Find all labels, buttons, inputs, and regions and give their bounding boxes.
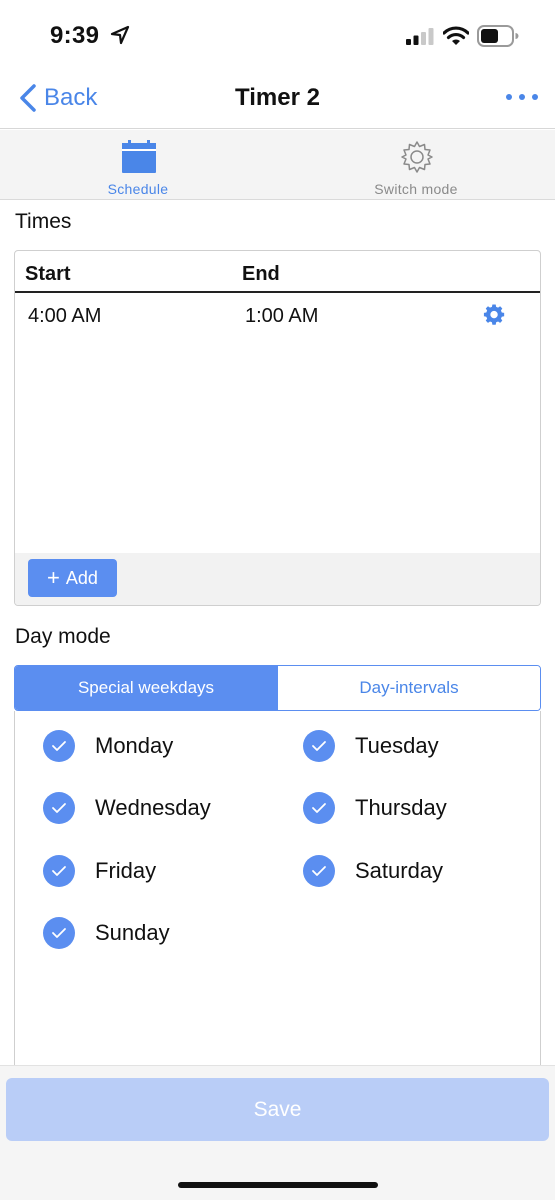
- more-dots-icon[interactable]: [506, 94, 538, 104]
- checkmark-icon: [303, 730, 335, 762]
- plus-icon: +: [47, 565, 60, 590]
- day-label: Wednesday: [95, 795, 211, 820]
- day-label: Sunday: [95, 920, 170, 945]
- tab-switch-mode-label: Switch mode: [374, 181, 458, 197]
- start-time-cell: 4:00 AM: [28, 305, 102, 327]
- segment-day-intervals[interactable]: Day-intervals: [277, 666, 540, 710]
- day-label: Tuesday: [355, 733, 439, 758]
- checkmark-icon: [43, 792, 75, 824]
- checkmark-icon: [303, 792, 335, 824]
- battery-icon: [477, 25, 519, 47]
- checkmark-icon: [43, 917, 75, 949]
- day-label: Saturday: [355, 858, 444, 883]
- save-button[interactable]: Save: [6, 1078, 549, 1141]
- nav-bar: Back Timer 2: [0, 72, 555, 129]
- checkmark-icon: [303, 855, 335, 887]
- add-time-button[interactable]: + Add: [28, 559, 117, 597]
- gear-icon[interactable]: [483, 304, 505, 326]
- days-panel: Monday Tuesday Wednesday Thursday Friday…: [14, 711, 541, 1071]
- day-label: Thursday: [355, 795, 447, 820]
- tab-bar: Schedule Switch mode: [0, 130, 555, 200]
- checkmark-icon: [43, 855, 75, 887]
- day-label: Monday: [95, 733, 174, 758]
- page-title: Timer 2: [235, 84, 320, 111]
- times-footer: + Add: [15, 553, 540, 605]
- times-table: Start End 4:00 AM 1:00 AM + Add: [14, 250, 541, 606]
- table-row[interactable]: 4:00 AM 1:00 AM: [15, 295, 540, 337]
- day-label: Friday: [95, 858, 157, 883]
- calendar-icon: [122, 140, 156, 173]
- home-indicator: [178, 1182, 378, 1188]
- wifi-icon: [443, 26, 469, 45]
- times-table-header: Start End: [15, 251, 540, 293]
- gear-icon: [401, 141, 433, 173]
- day-mode-segmented-control: Special weekdays Day-intervals: [14, 665, 541, 711]
- header-divider: [15, 291, 540, 293]
- end-time-cell: 1:00 AM: [245, 305, 319, 327]
- day-mode-heading: Day mode: [15, 625, 111, 648]
- column-header-end: End: [242, 263, 280, 285]
- tab-schedule[interactable]: Schedule: [38, 130, 238, 200]
- status-time: 9:39: [50, 22, 100, 49]
- status-bar: 9:39: [0, 0, 555, 72]
- segment-special-weekdays[interactable]: Special weekdays: [15, 666, 277, 710]
- tab-switch-mode[interactable]: Switch mode: [316, 130, 516, 200]
- add-label: Add: [65, 567, 98, 588]
- location-arrow-icon: [110, 25, 130, 45]
- save-bar: Save: [0, 1065, 555, 1200]
- column-header-start: Start: [25, 263, 71, 285]
- cellular-signal-icon: [406, 28, 434, 45]
- times-heading: Times: [15, 210, 72, 233]
- tab-schedule-label: Schedule: [107, 181, 169, 197]
- checkmark-icon: [43, 730, 75, 762]
